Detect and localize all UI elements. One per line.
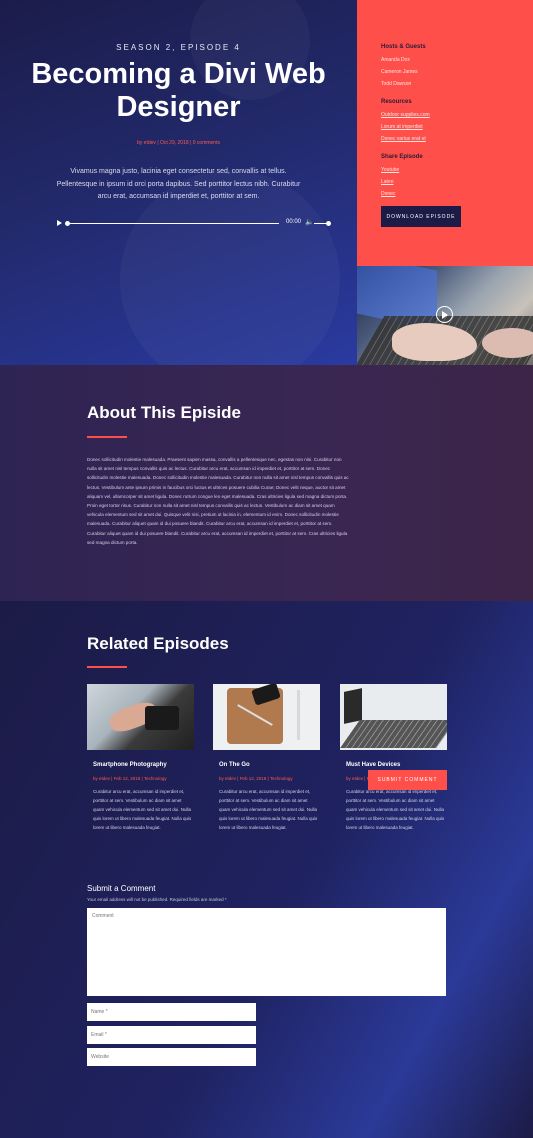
host-name: Amanda Dox	[381, 57, 410, 63]
play-icon[interactable]	[57, 220, 62, 226]
resource-link[interactable]: Outdoor supplies.com	[381, 112, 430, 118]
video-thumbnail[interactable]	[357, 266, 533, 365]
comment-form-note: Your email address will not be published…	[87, 897, 227, 902]
meta-separator: |	[190, 140, 192, 146]
progress-handle[interactable]	[65, 221, 70, 226]
card-author[interactable]: by etdev	[93, 776, 110, 781]
episode-card[interactable]: Must Have Devices by etdev | Feb 12, 201…	[340, 684, 447, 830]
card-date: Feb 12, 2018	[113, 776, 141, 781]
submit-comment-button[interactable]: SUBMIT COMMENT	[368, 770, 447, 790]
page-title: Becoming a Divi Web Designer	[31, 58, 326, 123]
card-author[interactable]: by etdev	[219, 776, 236, 781]
related-section: Related Episodes Smartphone Photography …	[0, 601, 533, 1138]
card-category[interactable]: Technology	[270, 776, 293, 781]
heading-divider	[87, 666, 127, 668]
post-date: Oct 29, 2018	[160, 140, 189, 146]
about-section: About This Episide Donec sollicitudin mo…	[0, 365, 533, 601]
episode-card[interactable]: Smartphone Photography by etdev | Feb 12…	[87, 684, 194, 830]
hosts-heading: Hosts & Guests	[381, 44, 426, 50]
card-excerpt: Curabitur arcu erat, accumsan id imperdi…	[93, 789, 192, 830]
resource-link[interactable]: Lorum at imperdiet	[381, 124, 423, 130]
resource-link[interactable]: Donec varius erat et	[381, 136, 426, 142]
time-readout: 00:00	[286, 219, 302, 225]
share-link[interactable]: Youtube	[381, 167, 399, 173]
comment-form-heading: Submit a Comment	[87, 884, 156, 893]
card-excerpt: Curabitur arcu erat, accumsan id imperdi…	[219, 789, 318, 830]
name-field[interactable]	[87, 1003, 256, 1021]
card-title[interactable]: On The Go	[219, 762, 250, 768]
about-text: Donec sollicitudin molestie malesuada. P…	[87, 457, 349, 545]
episode-description: Vivamus magna justo, lacinia eget consec…	[56, 168, 301, 200]
meta-separator: |	[157, 140, 159, 146]
card-image[interactable]	[213, 684, 320, 750]
progress-slider[interactable]	[67, 223, 279, 224]
email-field[interactable]	[87, 1026, 256, 1044]
host-name: Todd Dawson	[381, 81, 412, 87]
post-meta: by etdev | Oct 29, 2018 | 0 comments	[0, 140, 357, 146]
card-title[interactable]: Smartphone Photography	[93, 762, 167, 768]
resources-heading: Resources	[381, 99, 412, 105]
host-name: Cameron James	[381, 69, 418, 75]
hero-section: SEASON 2, EPISODE 4 Becoming a Divi Web …	[0, 0, 533, 365]
audio-player: 00:00 🔈	[57, 219, 332, 229]
share-link[interactable]: Lateo	[381, 179, 394, 185]
post-author-link[interactable]: by etdev	[137, 140, 156, 146]
play-circle-icon[interactable]	[436, 306, 453, 323]
hand-image-part	[482, 328, 533, 358]
hero-panel: SEASON 2, EPISODE 4 Becoming a Divi Web …	[0, 0, 357, 365]
share-heading: Share Episode	[381, 154, 423, 160]
card-date: Feb 12, 2018	[239, 776, 267, 781]
card-meta: by etdev | Feb 12, 2018 | Technology	[93, 776, 167, 781]
episode-sidebar: Hosts & Guests Amanda Dox Cameron James …	[357, 0, 533, 266]
related-heading: Related Episodes	[87, 634, 229, 653]
card-title[interactable]: Must Have Devices	[346, 762, 400, 768]
share-link[interactable]: Donec	[381, 191, 395, 197]
card-author[interactable]: by etdev	[346, 776, 363, 781]
card-meta: by etdev | Feb 12, 2018 | Technology	[219, 776, 293, 781]
volume-icon[interactable]: 🔈	[305, 219, 314, 227]
episode-card[interactable]: On The Go by etdev | Feb 12, 2018 | Tech…	[213, 684, 320, 830]
card-image[interactable]	[340, 684, 447, 750]
card-image[interactable]	[87, 684, 194, 750]
heading-divider	[87, 436, 127, 438]
comments-link[interactable]: 0 comments	[193, 140, 220, 146]
about-heading: About This Episide	[87, 403, 241, 422]
card-category[interactable]: Technology	[144, 776, 167, 781]
episode-label: SEASON 2, EPISODE 4	[116, 43, 241, 52]
card-excerpt: Curabitur arcu erat, accumsan id imperdi…	[346, 789, 445, 830]
volume-handle[interactable]	[325, 221, 331, 226]
comment-textarea[interactable]	[87, 908, 446, 996]
download-episode-button[interactable]: DOWNLOAD EPISODE	[381, 206, 461, 227]
website-field[interactable]	[87, 1048, 256, 1066]
